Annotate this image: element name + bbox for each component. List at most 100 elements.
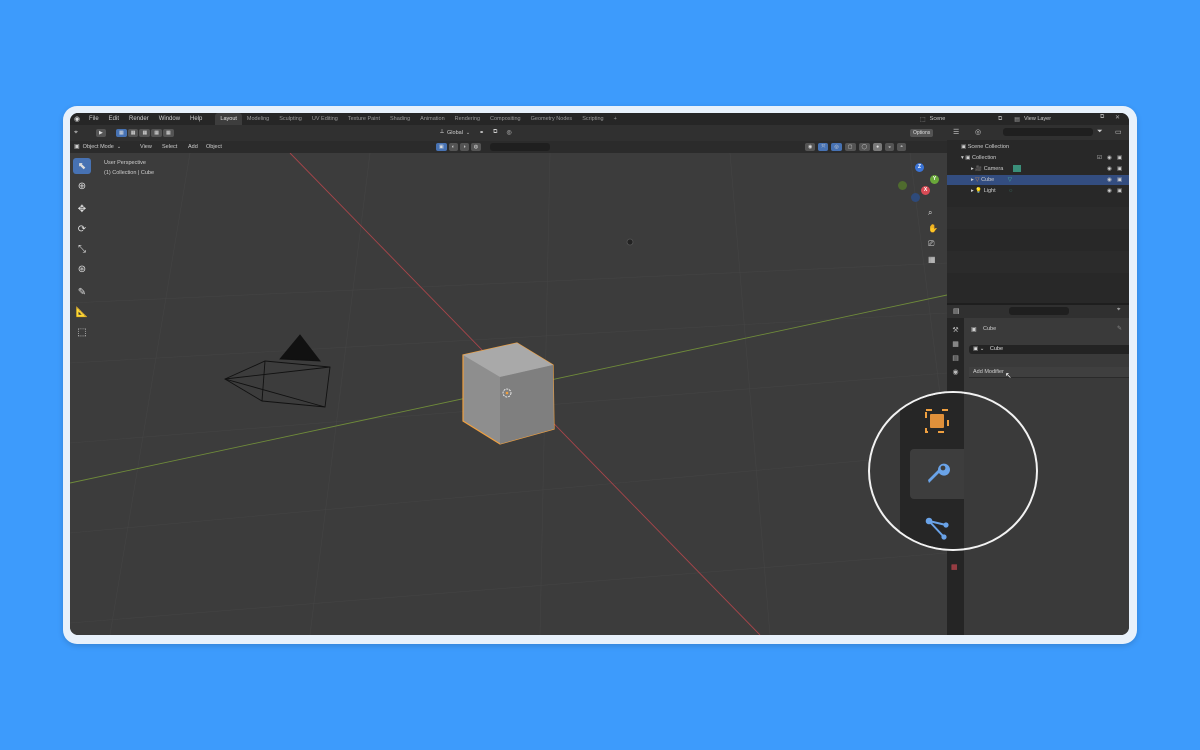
modifier-properties-tab[interactable] [910,449,964,499]
overlays-icon[interactable]: ◎ [831,143,842,151]
scale-tool-icon[interactable]: ⤡ [73,241,91,257]
overlay-toggle-icon[interactable]: ◐ [448,143,458,151]
tab-compositing[interactable]: Compositing [485,113,526,125]
object-properties-tab[interactable] [910,396,964,446]
gizmos-icon[interactable]: ⤧ [818,143,829,151]
eye-icon[interactable]: ◉ [1107,164,1112,174]
expand-arrow-icon[interactable]: ▾ [961,155,964,161]
copy-layer-icon[interactable]: ⧉ [1100,114,1104,121]
tab-animation[interactable]: Animation [415,113,449,125]
render-tab-icon[interactable]: ▦ [952,340,959,348]
transform-tool-icon[interactable]: ⊛ [73,261,91,277]
blender-logo-icon[interactable]: ◉ [74,115,84,123]
select-new-icon[interactable]: ▦ [116,129,127,137]
display-mode-icon[interactable]: ◎ [975,128,981,136]
expand-arrow-icon[interactable]: ▸ [971,188,974,194]
viewport-search-input[interactable] [490,143,550,151]
solid-shading-icon[interactable]: ● [873,143,883,151]
new-collection-icon[interactable]: ▭ [1115,128,1122,136]
outliner-item-camera[interactable]: ▸ 🎥 Camera ◉ ▣ [947,164,1129,174]
outliner-scene-collection[interactable]: ▣ Scene Collection [947,142,1129,152]
grid-view-icon[interactable]: ▦ [928,255,938,264]
visibility-icon[interactable]: ◉ [805,143,816,151]
outliner-collection[interactable]: ▾ ▣ Collection ☑ ◉ ▣ [947,153,1129,163]
gizmo-y-axis[interactable]: Y [930,175,939,184]
xray-toggle-icon[interactable]: ◑ [459,143,469,151]
editor-type-icon[interactable]: ⌖ [74,129,78,137]
material-shading-icon[interactable]: ◒ [885,143,895,151]
pan-hand-icon[interactable]: ✋ [928,224,938,233]
rotate-tool-icon[interactable]: ⟳ [73,221,91,237]
tab-sculpting[interactable]: Sculpting [274,113,307,125]
menu-render[interactable]: Render [124,113,154,125]
tab-shading[interactable]: Shading [385,113,415,125]
add-cube-tool-icon[interactable]: ⬚ [73,324,91,340]
eye-icon[interactable]: ◉ [1107,175,1112,185]
expand-arrow-icon[interactable]: ▸ [971,166,974,172]
zoom-icon[interactable]: ⌕ [928,208,938,218]
gizmo-neg-y-axis[interactable] [898,181,907,190]
tool-tab-icon[interactable]: ⚒ [952,326,958,334]
tab-modeling[interactable]: Modeling [242,113,274,125]
rendered-shading-icon[interactable]: ◓ [897,143,907,151]
add-workspace-button[interactable]: + [609,113,622,125]
particles-properties-tab[interactable] [910,503,964,549]
camera-render-icon[interactable]: ▣ [1117,164,1122,174]
navigation-gizmo[interactable]: Z Y X [895,163,945,208]
wireframe-shading-icon[interactable]: ◯ [858,143,871,151]
xray-icon[interactable]: ▢ [844,143,856,151]
annotate-tool-icon[interactable]: ✎ [73,284,91,300]
camera-render-icon[interactable]: ▣ [1117,186,1122,196]
cursor-tool-icon[interactable]: ⊕ [73,178,91,194]
menu-object[interactable]: Object [206,144,222,150]
tab-geometry-nodes[interactable]: Geometry Nodes [526,113,578,125]
options-button[interactable]: Options [910,129,934,137]
select-intersect-icon[interactable]: ▦ [162,129,174,137]
modifier-object-field[interactable]: ▣ ⌄ Cube [969,345,1129,354]
tab-layout[interactable]: Layout [215,113,242,125]
tab-rendering[interactable]: Rendering [450,113,485,125]
expand-arrow-icon[interactable]: ▸ [971,177,974,183]
outliner-search-input[interactable] [1003,128,1093,136]
gizmo-z-axis[interactable]: Z [915,163,924,172]
pin-icon[interactable]: ✎ [1117,325,1122,332]
menu-help[interactable]: Help [185,113,207,125]
scene-selector[interactable]: ⬚ Scene [920,114,945,124]
tab-uv-editing[interactable]: UV Editing [307,113,343,125]
tab-texture-paint[interactable]: Texture Paint [343,113,385,125]
view-layer-tab-icon[interactable]: ◉ [952,368,958,376]
camera-render-icon[interactable]: ▣ [1117,175,1122,185]
select-extend-icon[interactable]: ▦ [127,129,139,137]
viewport-shading-buttons[interactable]: ▣ ◐ ◑ ◍ [436,143,482,151]
menu-window[interactable]: Window [154,113,185,125]
menu-file[interactable]: File [84,113,104,125]
output-tab-icon[interactable]: ▤ [952,354,959,362]
menu-view[interactable]: View [140,144,152,150]
properties-search-input[interactable] [1009,307,1069,315]
3d-viewport[interactable]: User Perspective (1) Collection | Cube Z… [70,153,947,635]
add-modifier-button[interactable]: Add Modifier [969,367,1129,378]
view-layer-selector[interactable]: ⧉ ▤ View Layer [998,114,1051,124]
outliner-item-light[interactable]: ▸ 💡 Light ◌ ◉ ▣ [947,186,1129,196]
pin-icon[interactable]: ⌖ [1117,307,1120,314]
move-tool-icon[interactable]: ✥ [73,201,91,217]
transform-orientation[interactable]: ⟂ Global ⌄ ⚭ ⧉ ◎ [440,129,512,136]
menu-select[interactable]: Select [162,144,177,150]
checkbox-icon[interactable]: ☑ [1097,153,1102,163]
outliner-editor-icon[interactable]: ☰ [953,128,959,136]
menu-add[interactable]: Add [188,144,198,150]
select-tool-button[interactable]: ▶ [96,129,106,137]
select-mode-buttons[interactable]: ▦ ▦ ▦ ▦ ▦ [116,129,174,137]
select-box-tool-icon[interactable]: ⬉ [73,158,91,174]
gizmo-x-axis[interactable]: X [921,186,930,195]
camera-render-icon[interactable]: ▣ [1117,153,1122,163]
close-icon[interactable]: ✕ [1115,114,1120,121]
eye-icon[interactable]: ◉ [1107,153,1112,163]
object-type-filter-icon[interactable]: ▣ [436,143,447,151]
camera-view-icon[interactable]: ⎚ [928,239,938,249]
gizmo-toggle-icon[interactable]: ◍ [470,143,482,151]
measure-tool-icon[interactable]: 📐 [73,304,91,320]
menu-edit[interactable]: Edit [104,113,124,125]
eye-icon[interactable]: ◉ [1107,186,1112,196]
outliner-item-cube[interactable]: ▸ ▽ Cube ▽ ◉ ▣ [947,175,1129,185]
